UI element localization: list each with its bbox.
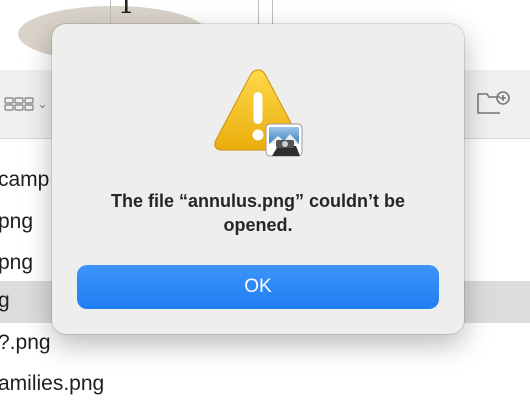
view-options-grid-icon: [4, 97, 34, 111]
warning-icon: [214, 69, 303, 157]
alert-dialog: The file “annulus.png” couldn’t be opene…: [52, 24, 464, 334]
new-folder-icon: [477, 91, 510, 114]
ok-button[interactable]: OK: [77, 265, 439, 309]
alert-message: The file “annulus.png” couldn’t be opene…: [111, 191, 405, 235]
preview-app-badge-icon: [265, 123, 303, 157]
background-preview-text: 1: [118, 0, 135, 20]
chevron-down-icon: ⌄: [37, 96, 48, 111]
